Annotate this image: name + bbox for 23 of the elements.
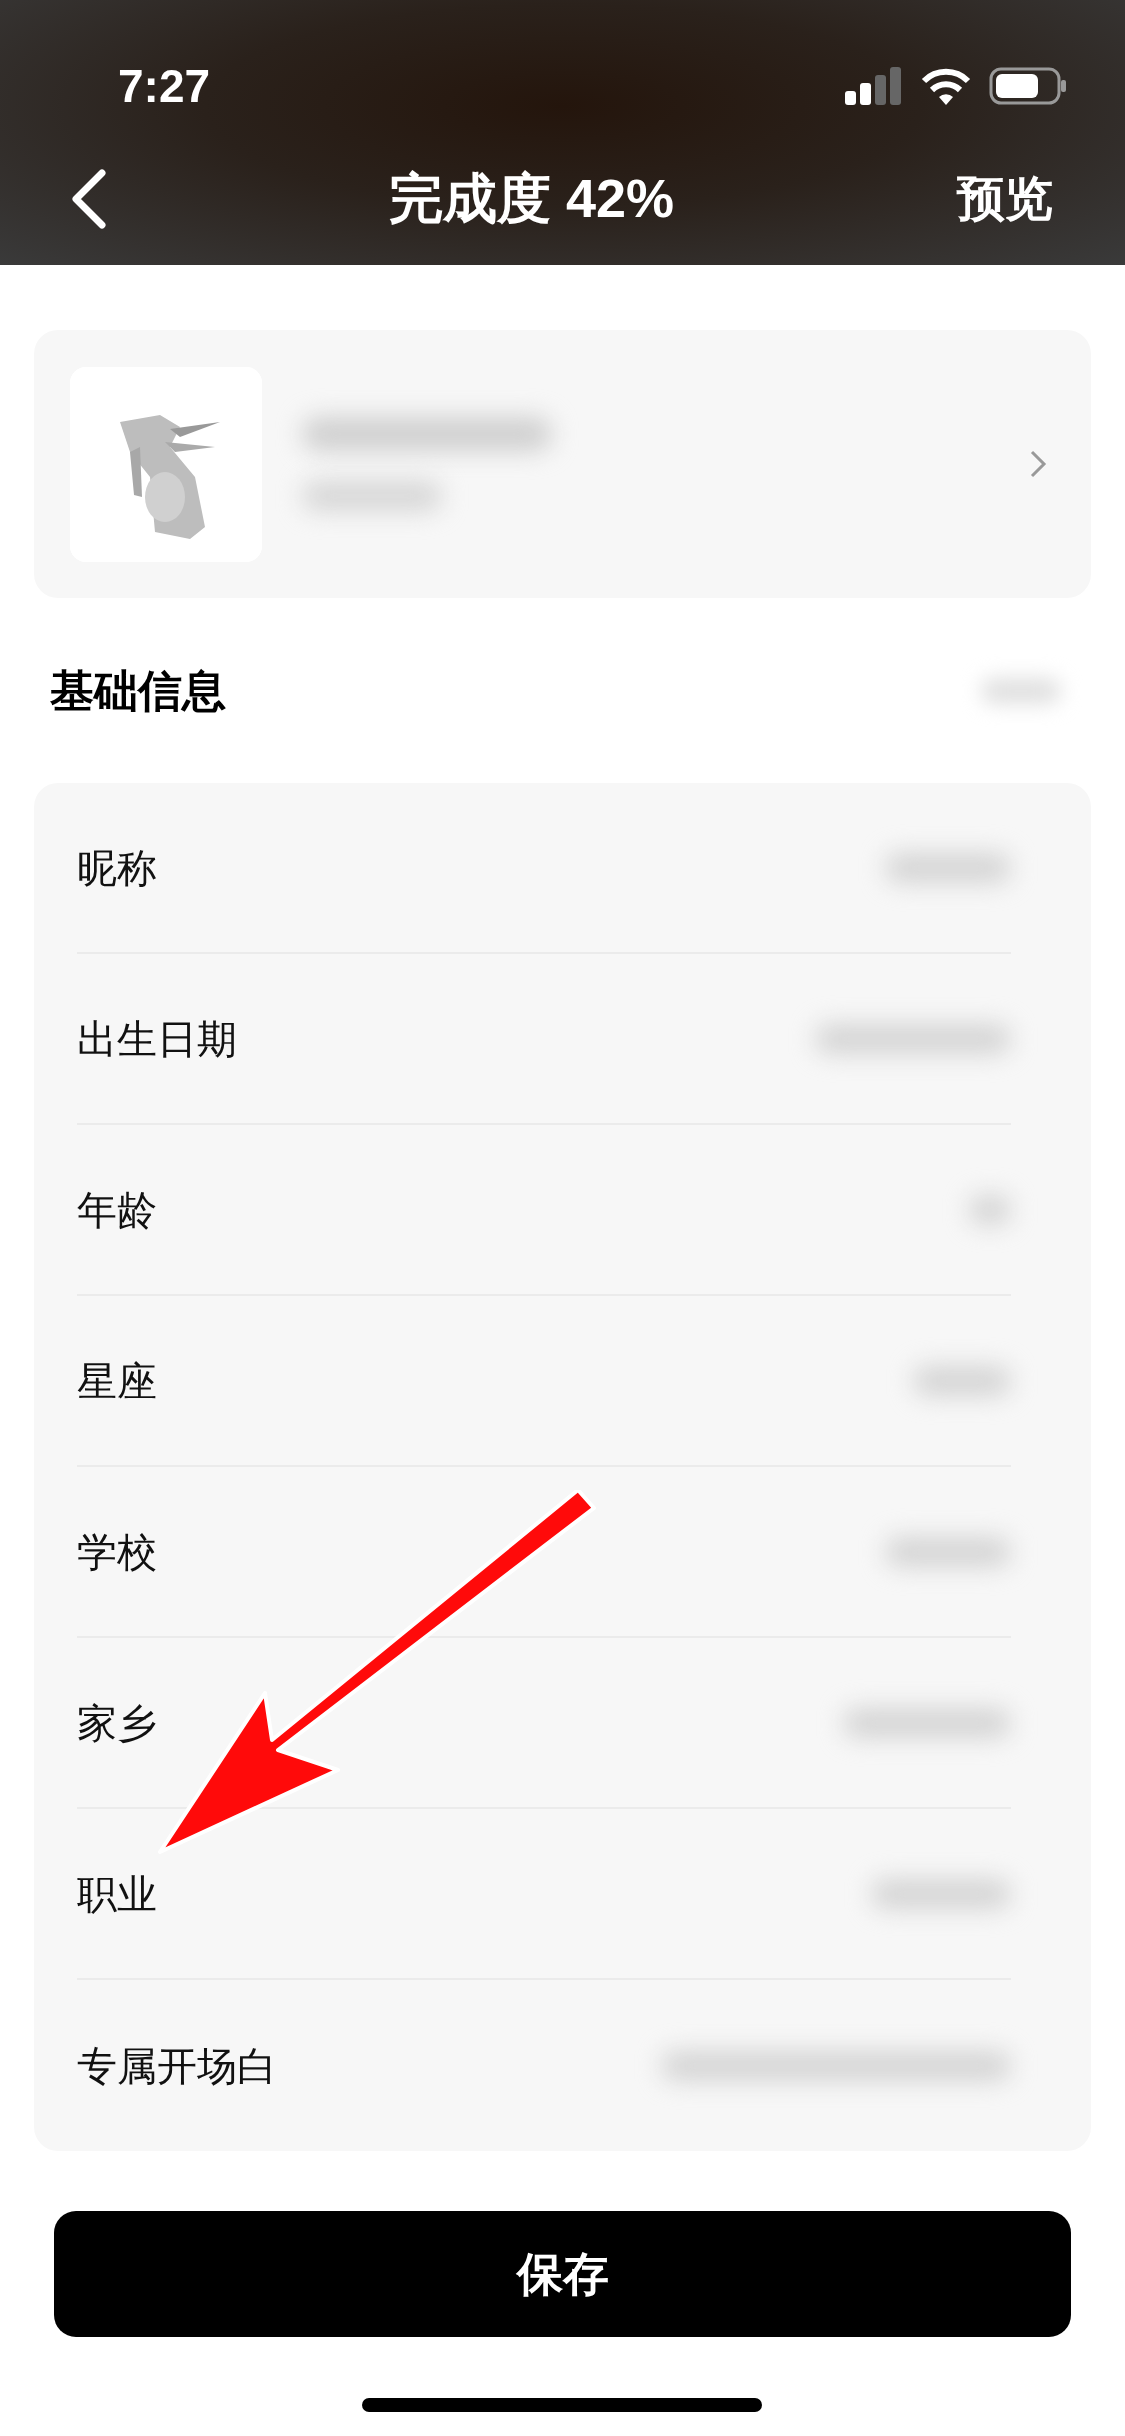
back-icon[interactable] [70, 168, 106, 229]
field-label: 专属开场白 [77, 2042, 277, 2090]
field-label: 年龄 [77, 1186, 157, 1234]
field-label: 学校 [77, 1528, 157, 1576]
wifi-icon [921, 67, 971, 105]
preview-button[interactable]: 预览 [957, 162, 1053, 235]
info-row[interactable]: 昵称 [77, 783, 1011, 954]
section-title: 基础信息 [50, 664, 226, 717]
field-label: 昵称 [77, 844, 157, 892]
field-label: 职业 [77, 1870, 157, 1918]
field-label: 星座 [77, 1357, 157, 1405]
chevron-right-icon [1029, 449, 1047, 479]
battery-icon [989, 67, 1067, 105]
info-row[interactable]: 出生日期 [77, 954, 1011, 1125]
info-row[interactable]: 年龄 [77, 1125, 1011, 1296]
signal-icon [845, 67, 903, 105]
info-row[interactable]: 专属开场白 [77, 1980, 1011, 2151]
save-button[interactable]: 保存 [54, 2211, 1071, 2337]
status-time: 7:27 [118, 58, 211, 114]
field-label: 出生日期 [77, 1015, 237, 1063]
info-row[interactable]: 星座 [77, 1296, 1011, 1467]
field-label: 家乡 [77, 1699, 157, 1747]
page-title: 完成度 42% [388, 167, 675, 230]
